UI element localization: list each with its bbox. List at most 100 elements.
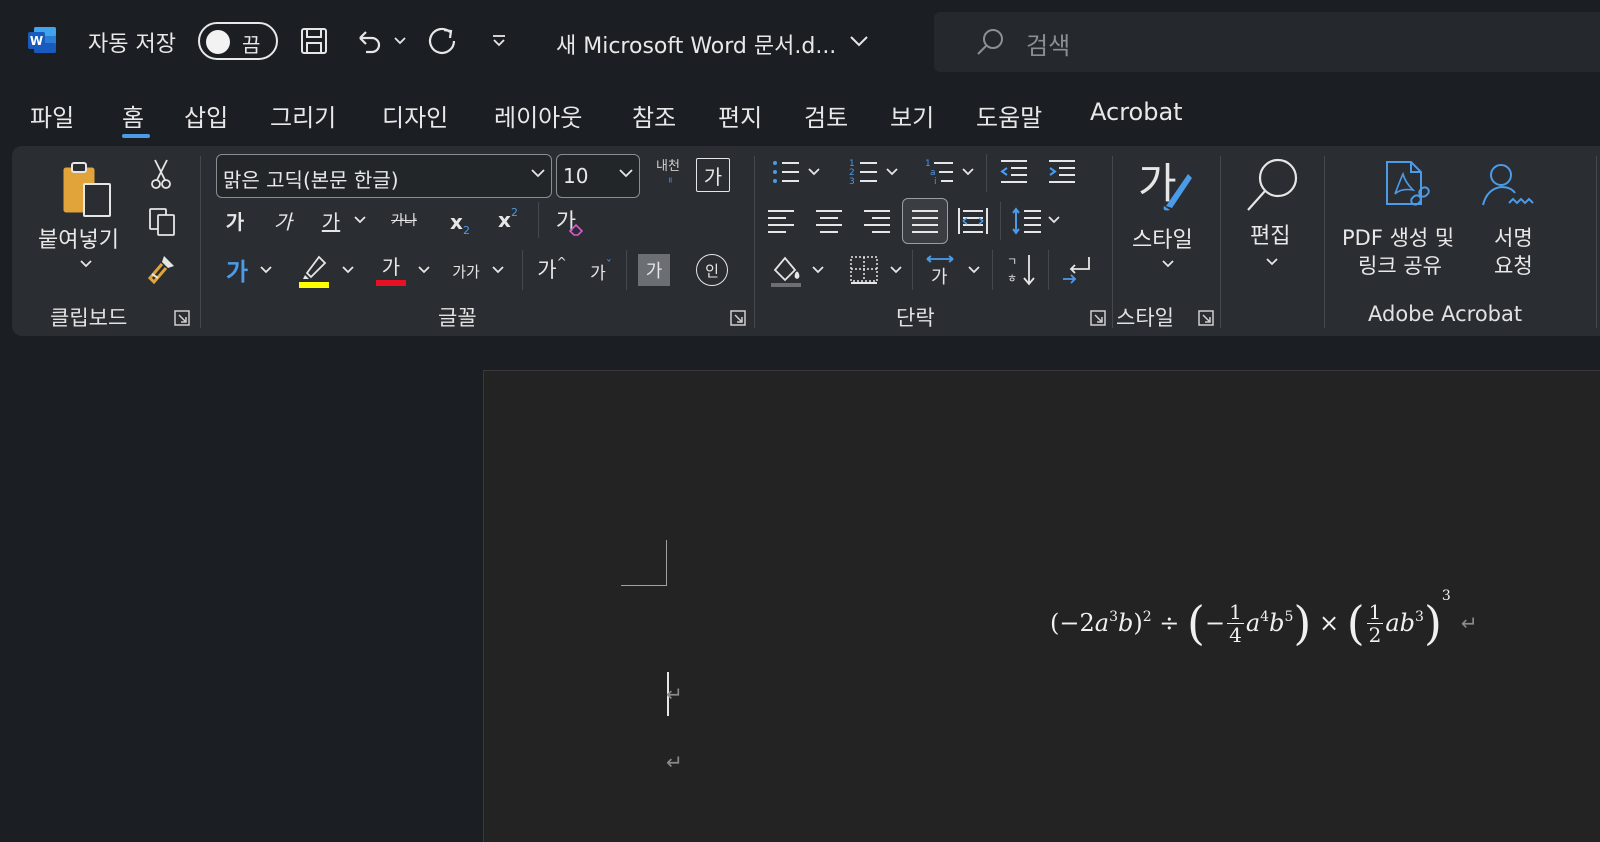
line-spacing-icon[interactable] xyxy=(1008,202,1046,240)
styles-gallery-icon[interactable]: 가 xyxy=(1134,152,1200,218)
search-box[interactable]: 검색 xyxy=(934,12,1600,72)
highlight-button[interactable] xyxy=(296,250,332,290)
styles-launcher-icon[interactable] xyxy=(1198,310,1214,326)
font-color-dropdown-icon[interactable] xyxy=(416,260,432,280)
phonetic-guide-button[interactable]: 내천 ᅵᅵ xyxy=(648,152,688,192)
copy-icon[interactable] xyxy=(144,204,180,240)
editing-dropdown-icon[interactable] xyxy=(1264,254,1280,270)
shrink-font-button[interactable]: 가ˇ xyxy=(582,252,620,290)
find-search-icon[interactable] xyxy=(1240,152,1306,218)
subscript-label: x xyxy=(450,210,463,234)
change-case-button[interactable]: 가가 xyxy=(446,254,486,288)
equation[interactable]: (−2a3b)2 ÷ ( − 14 a4b5 ) × ( 12 ab3 ) 3 … xyxy=(1050,588,1478,658)
tab-help[interactable]: 도움말 xyxy=(976,98,1042,133)
multilevel-list-dropdown-icon[interactable] xyxy=(960,164,976,180)
show-paragraph-marks-icon[interactable] xyxy=(1058,250,1098,290)
document-title[interactable]: 새 Microsoft Word 문서.d... xyxy=(556,28,836,60)
font-name-combo[interactable]: 맑은 고딕(본문 한글) xyxy=(216,154,552,198)
styles-dropdown-icon[interactable] xyxy=(1160,256,1176,272)
tab-review[interactable]: 검토 xyxy=(804,98,848,133)
tab-references[interactable]: 참조 xyxy=(632,98,676,133)
cut-icon[interactable] xyxy=(146,156,176,192)
separator xyxy=(754,156,755,328)
clear-formatting-button[interactable]: 가 xyxy=(546,200,586,240)
paste-dropdown-icon[interactable] xyxy=(76,256,96,272)
enclose-characters-button[interactable]: 인 xyxy=(696,254,728,286)
font-color-button[interactable]: 가 xyxy=(374,250,408,290)
undo-dropdown-icon[interactable] xyxy=(392,22,408,60)
bullets-dropdown-icon[interactable] xyxy=(806,164,822,180)
pdf-share-label-2[interactable]: 링크 공유 xyxy=(1358,250,1442,280)
grow-font-button[interactable]: 가 ^ xyxy=(532,250,572,288)
text-effects-dropdown-icon[interactable] xyxy=(258,260,274,280)
shading-dropdown-icon[interactable] xyxy=(810,262,826,278)
multilevel-list-icon[interactable]: 1ai xyxy=(922,154,958,190)
strikethrough-button[interactable]: 가나 xyxy=(384,202,424,238)
undo-icon[interactable] xyxy=(352,22,386,60)
align-right-icon[interactable] xyxy=(858,202,896,240)
tab-file[interactable]: 파일 xyxy=(30,98,74,133)
font-launcher-icon[interactable] xyxy=(730,310,746,326)
sort-icon[interactable]: ㄱㅎ xyxy=(1002,250,1042,290)
equation-term: ab3 xyxy=(1385,609,1424,637)
text-direction-icon[interactable]: 가 xyxy=(920,250,960,290)
subscript-button[interactable]: x2 xyxy=(444,202,476,242)
separator xyxy=(626,250,627,290)
change-case-dropdown-icon[interactable] xyxy=(490,260,506,280)
underline-button[interactable]: 가 xyxy=(316,202,346,238)
line-spacing-dropdown-icon[interactable] xyxy=(1046,212,1062,228)
autosave-toggle[interactable]: 끔 xyxy=(198,22,278,60)
tab-mailings[interactable]: 편지 xyxy=(718,98,762,133)
char-shading-button[interactable]: 가 xyxy=(638,254,670,286)
justify-icon[interactable] xyxy=(902,198,948,244)
tab-design[interactable]: 디자인 xyxy=(382,98,448,133)
decrease-indent-icon[interactable] xyxy=(996,154,1032,190)
request-signature-label-1[interactable]: 서명 xyxy=(1494,222,1533,252)
bullets-icon[interactable] xyxy=(768,154,804,190)
distributed-icon[interactable] xyxy=(954,202,992,240)
paragraph-launcher-icon[interactable] xyxy=(1090,310,1106,326)
pdf-share-label-1[interactable]: PDF 생성 및 xyxy=(1342,222,1454,252)
redo-icon[interactable] xyxy=(424,22,462,60)
char-border-button[interactable]: 가 xyxy=(696,158,730,192)
paste-icon[interactable] xyxy=(56,156,120,222)
paste-label[interactable]: 붙여넣기 xyxy=(38,222,119,254)
text-effects-button[interactable]: 가 xyxy=(220,250,254,288)
clipboard-launcher-icon[interactable] xyxy=(174,310,190,326)
superscript-label: x xyxy=(498,208,511,232)
tab-acrobat[interactable]: Acrobat xyxy=(1090,98,1183,126)
word-logo-icon: W xyxy=(28,27,56,53)
italic-button[interactable]: 가 xyxy=(268,202,298,238)
tab-layout[interactable]: 레이아웃 xyxy=(494,98,582,133)
request-signature-icon[interactable] xyxy=(1478,156,1538,218)
styles-label[interactable]: 스타일 xyxy=(1132,222,1193,254)
shading-icon[interactable] xyxy=(766,250,806,290)
tab-home[interactable]: 홈 xyxy=(122,98,144,133)
tab-view[interactable]: 보기 xyxy=(890,98,934,133)
increase-indent-icon[interactable] xyxy=(1044,154,1080,190)
align-center-icon[interactable] xyxy=(810,202,848,240)
text-direction-dropdown-icon[interactable] xyxy=(966,262,982,278)
numbering-icon[interactable]: 123 xyxy=(846,154,882,190)
save-icon[interactable] xyxy=(296,22,332,60)
font-size-combo[interactable]: 10 xyxy=(556,154,640,198)
tab-draw[interactable]: 그리기 xyxy=(270,98,336,133)
editing-label[interactable]: 편집 xyxy=(1250,218,1290,250)
separator xyxy=(912,250,913,290)
align-left-icon[interactable] xyxy=(762,202,800,240)
superscript-button[interactable]: x2 xyxy=(492,200,524,240)
borders-dropdown-icon[interactable] xyxy=(888,262,904,278)
borders-icon[interactable] xyxy=(844,250,884,290)
format-painter-icon[interactable] xyxy=(144,250,180,286)
tab-insert[interactable]: 삽입 xyxy=(184,98,228,133)
bold-button[interactable]: 가 xyxy=(220,202,250,238)
numbering-dropdown-icon[interactable] xyxy=(884,164,900,180)
underline-dropdown-icon[interactable] xyxy=(352,210,368,230)
customize-toolbar-icon[interactable] xyxy=(488,22,510,60)
pdf-share-icon[interactable] xyxy=(1378,156,1438,218)
title-dropdown-icon[interactable] xyxy=(848,22,870,60)
highlight-dropdown-icon[interactable] xyxy=(340,260,356,280)
svg-text:ㅎ: ㅎ xyxy=(1007,272,1017,285)
request-signature-label-2[interactable]: 요청 xyxy=(1494,250,1533,280)
separator xyxy=(1048,250,1049,290)
